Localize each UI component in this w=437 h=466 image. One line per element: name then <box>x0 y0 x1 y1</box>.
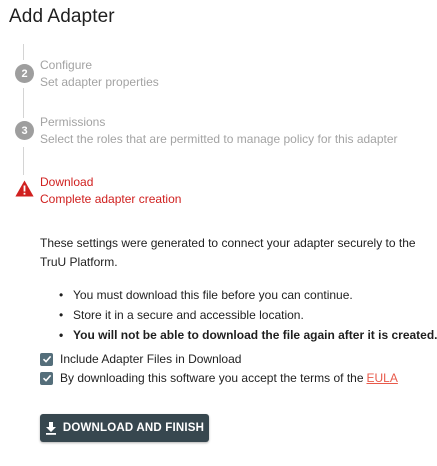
stepper-connector <box>23 44 24 60</box>
eula-link[interactable]: EULA <box>367 371 398 385</box>
stepper-connector <box>23 147 24 175</box>
checkbox-label: Include Adapter Files in Download <box>60 352 242 366</box>
step-number-badge: 2 <box>15 64 34 83</box>
step-subtitle: Select the roles that are permitted to m… <box>40 132 398 146</box>
accept-eula-checkbox[interactable] <box>40 371 53 385</box>
step-number-badge: 3 <box>15 121 34 140</box>
download-icon <box>45 421 56 435</box>
add-adapter-page: Add Adapter 2 Configure Set adapter prop… <box>0 0 437 466</box>
step-subtitle: Complete adapter creation <box>40 192 182 206</box>
download-button-label: DOWNLOAD AND FINISH <box>62 422 205 434</box>
stepper-connector <box>23 88 24 118</box>
warning-icon <box>15 180 34 197</box>
list-item: Store it in a secure and accessible loca… <box>59 306 437 324</box>
step-title: Configure <box>40 58 93 72</box>
include-adapter-files-option[interactable]: Include Adapter Files in Download <box>40 352 241 366</box>
download-notes-list: You must download this file before you c… <box>59 286 437 346</box>
checkmark-icon <box>42 355 51 363</box>
list-item: You will not be able to download the fil… <box>59 326 437 344</box>
download-and-finish-button[interactable]: DOWNLOAD AND FINISH <box>40 414 209 442</box>
step-title: Download <box>40 175 94 189</box>
step-title: Permissions <box>40 115 106 129</box>
include-adapter-files-checkbox[interactable] <box>40 352 53 366</box>
page-title: Add Adapter <box>9 6 115 27</box>
download-description: These settings were generated to connect… <box>40 236 416 269</box>
list-item: You must download this file before you c… <box>59 286 437 304</box>
checkbox-label: By downloading this software you accept … <box>60 371 364 385</box>
checkmark-icon <box>42 374 51 382</box>
accept-eula-option[interactable]: By downloading this software you accept … <box>40 371 398 385</box>
step-subtitle: Set adapter properties <box>40 75 159 89</box>
